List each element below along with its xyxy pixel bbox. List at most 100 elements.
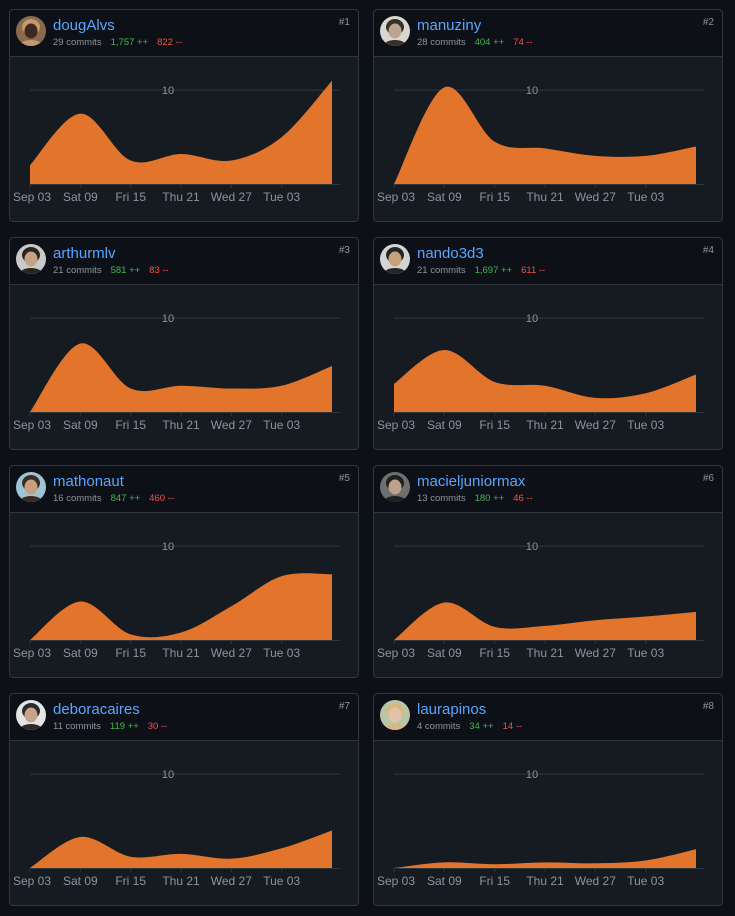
commit-activity-chart: 10 Sep 03 Sat 09 Fri 15 Thu 21 Wed 27 Tue 03 bbox=[13, 769, 340, 888]
username-link[interactable]: dougAlvs bbox=[53, 17, 115, 35]
username-link[interactable]: laurapinos bbox=[417, 701, 486, 719]
username-link[interactable]: mathonaut bbox=[53, 473, 124, 491]
additions-count: 34 ++ bbox=[469, 721, 494, 732]
y-gridline-label: 10 bbox=[162, 769, 174, 781]
contributor-header: manuziny 28 commits 404 ++ 74 -- #2 bbox=[374, 10, 722, 57]
x-tick-label: Tue 03 bbox=[263, 418, 300, 432]
commit-count[interactable]: 16 commits bbox=[53, 493, 102, 504]
x-tick-label: Sep 03 bbox=[13, 646, 51, 660]
contributor-rank: #4 bbox=[702, 245, 714, 256]
x-tick-label: Wed 27 bbox=[575, 874, 616, 888]
x-tick-label: Fri 15 bbox=[479, 190, 510, 204]
contributor-header: deboracaires 11 commits 119 ++ 30 -- #7 bbox=[10, 694, 358, 741]
additions-count: 404 ++ bbox=[474, 37, 505, 48]
deletions-count: 822 -- bbox=[157, 37, 182, 48]
contribution-stats: 28 commits 404 ++ 74 -- bbox=[417, 37, 533, 49]
username-link[interactable]: deboracaires bbox=[53, 701, 140, 719]
commit-activity-chart: 10 Sep 03 Sat 09 Fri 15 Thu 21 Wed 27 Tue 03 bbox=[377, 541, 704, 660]
avatar[interactable] bbox=[380, 244, 410, 274]
contributor-rank: #6 bbox=[702, 473, 714, 484]
y-gridline-label: 10 bbox=[162, 313, 174, 325]
y-gridline-label: 10 bbox=[526, 769, 538, 781]
commit-area-series bbox=[394, 350, 696, 412]
commit-area-series bbox=[30, 830, 332, 868]
x-tick-label: Sat 09 bbox=[63, 418, 98, 432]
contributor-rank: #2 bbox=[702, 17, 714, 28]
commit-count[interactable]: 28 commits bbox=[417, 37, 466, 48]
avatar[interactable] bbox=[16, 700, 46, 730]
commit-activity-chart: 10 Sep 03 Sat 09 Fri 15 Thu 21 Wed 27 Tue 03 bbox=[13, 80, 340, 204]
contributor-header: macieljuniormax 13 commits 180 ++ 46 -- #6 bbox=[374, 466, 722, 513]
x-tick-label: Sat 09 bbox=[427, 418, 462, 432]
x-tick-label: Wed 27 bbox=[211, 418, 252, 432]
deletions-count: 460 -- bbox=[149, 493, 174, 504]
contribution-stats: 21 commits 581 ++ 83 -- bbox=[53, 265, 169, 277]
contribution-stats: 21 commits 1,697 ++ 611 -- bbox=[417, 265, 545, 277]
commit-count[interactable]: 11 commits bbox=[53, 721, 101, 732]
x-tick-label: Thu 21 bbox=[162, 874, 200, 888]
x-tick-label: Tue 03 bbox=[263, 190, 300, 204]
commit-count[interactable]: 21 commits bbox=[53, 265, 102, 276]
x-tick-label: Sep 03 bbox=[13, 418, 51, 432]
x-tick-label: Sat 09 bbox=[63, 646, 98, 660]
commit-count[interactable]: 21 commits bbox=[417, 265, 466, 276]
x-tick-label: Fri 15 bbox=[115, 646, 146, 660]
contributor-rank: #5 bbox=[338, 473, 350, 484]
contribution-stats: 4 commits 34 ++ 14 -- bbox=[417, 721, 522, 733]
avatar[interactable] bbox=[16, 16, 46, 46]
x-tick-label: Sat 09 bbox=[427, 874, 462, 888]
x-tick-label: Tue 03 bbox=[263, 874, 300, 888]
x-tick-label: Sep 03 bbox=[377, 190, 415, 204]
x-tick-label: Fri 15 bbox=[479, 874, 510, 888]
deletions-count: 46 -- bbox=[513, 493, 533, 504]
contributor-card: laurapinos 4 commits 34 ++ 14 -- #8 10 Sep 03 S… bbox=[373, 693, 723, 906]
x-tick-label: Thu 21 bbox=[162, 646, 200, 660]
contributor-card: manuziny 28 commits 404 ++ 74 -- #2 10 Sep 03 S… bbox=[373, 9, 723, 222]
y-gridline-label: 10 bbox=[162, 541, 174, 553]
commit-count[interactable]: 13 commits bbox=[417, 493, 466, 504]
avatar[interactable] bbox=[16, 472, 46, 502]
username-link[interactable]: manuziny bbox=[417, 17, 481, 35]
x-tick-label: Tue 03 bbox=[627, 874, 664, 888]
commit-area-series bbox=[394, 849, 696, 868]
x-tick-label: Sep 03 bbox=[377, 418, 415, 432]
contribution-stats: 11 commits 119 ++ 30 -- bbox=[53, 721, 167, 733]
username-link[interactable]: arthurmlv bbox=[53, 245, 116, 263]
username-link[interactable]: nando3d3 bbox=[417, 245, 484, 263]
additions-count: 1,697 ++ bbox=[474, 265, 513, 276]
avatar[interactable] bbox=[16, 244, 46, 274]
contribution-stats: 16 commits 847 ++ 460 -- bbox=[53, 493, 174, 505]
x-tick-label: Wed 27 bbox=[575, 646, 616, 660]
contributor-card: macieljuniormax 13 commits 180 ++ 46 -- #6 10… bbox=[373, 465, 723, 678]
contributor-rank: #1 bbox=[338, 17, 350, 28]
deletions-count: 14 -- bbox=[502, 721, 523, 732]
y-gridline-label: 10 bbox=[526, 313, 538, 325]
avatar[interactable] bbox=[380, 16, 410, 46]
x-tick-label: Fri 15 bbox=[115, 418, 146, 432]
avatar[interactable] bbox=[380, 472, 410, 502]
username-link[interactable]: macieljuniormax bbox=[417, 473, 525, 491]
additions-count: 581 ++ bbox=[110, 265, 141, 276]
commit-area-series bbox=[394, 602, 696, 640]
x-tick-label: Tue 03 bbox=[627, 418, 664, 432]
contribution-stats: 29 commits 1,757 ++ 822 -- bbox=[53, 37, 182, 49]
contributor-header: arthurmlv 21 commits 581 ++ 83 -- #3 bbox=[10, 238, 358, 285]
x-tick-label: Sep 03 bbox=[13, 190, 51, 204]
contributor-card: mathonaut 16 commits 847 ++ 460 -- #5 10 Sep 0… bbox=[9, 465, 359, 678]
x-tick-label: Wed 27 bbox=[575, 418, 616, 432]
contributor-card: dougAlvs 29 commits 1,757 ++ 822 -- #1 10 Sep … bbox=[9, 9, 359, 222]
commit-count[interactable]: 29 commits bbox=[53, 37, 102, 48]
avatar[interactable] bbox=[380, 700, 410, 730]
x-tick-label: Fri 15 bbox=[115, 190, 146, 204]
x-tick-label: Sat 09 bbox=[63, 190, 98, 204]
commit-activity-chart: 10 Sep 03 Sat 09 Fri 15 Thu 21 Wed 27 Tue 03 bbox=[377, 769, 704, 888]
deletions-count: 611 -- bbox=[521, 265, 546, 276]
x-tick-label: Tue 03 bbox=[627, 646, 664, 660]
commit-count[interactable]: 4 commits bbox=[417, 721, 460, 732]
x-tick-label: Wed 27 bbox=[575, 190, 616, 204]
additions-count: 1,757 ++ bbox=[110, 37, 149, 48]
x-tick-label: Thu 21 bbox=[526, 874, 564, 888]
additions-count: 847 ++ bbox=[110, 493, 141, 504]
x-tick-label: Sat 09 bbox=[427, 190, 462, 204]
commit-activity-chart: 10 Sep 03 Sat 09 Fri 15 Thu 21 Wed 27 Tue 03 bbox=[377, 313, 704, 432]
